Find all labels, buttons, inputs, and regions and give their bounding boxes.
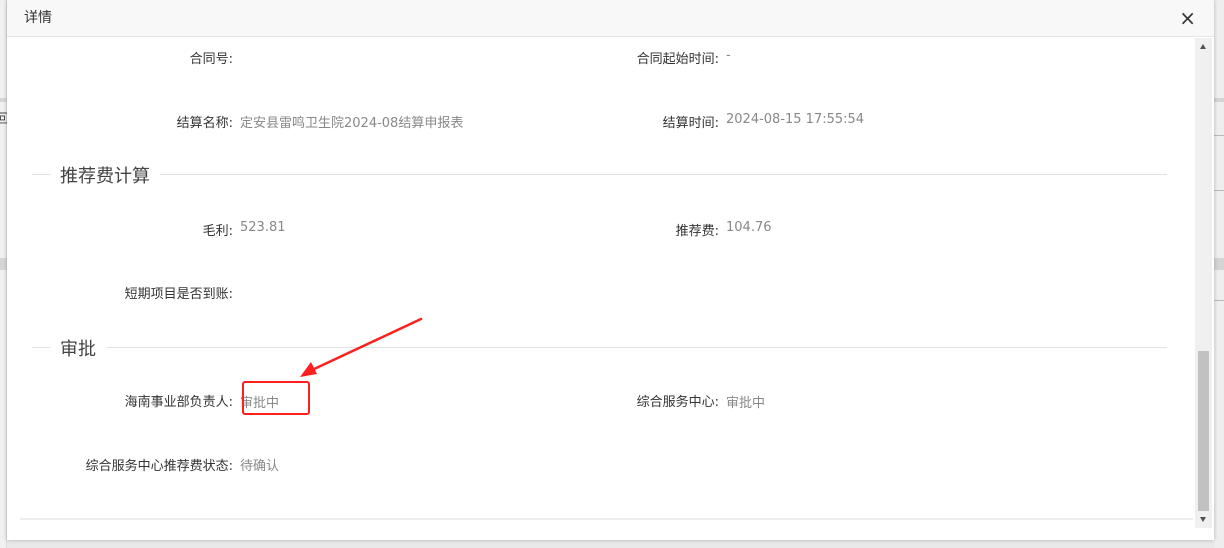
detail-dialog: 详情 × 合同号: 合同起始时间: - 结算名称: 定安县雷鸣卫生院2024-0… bbox=[7, 0, 1214, 540]
background-strip bbox=[1214, 258, 1224, 270]
background-strip bbox=[0, 258, 7, 270]
background-strip bbox=[1214, 98, 1224, 102]
scroll-up-icon bbox=[1200, 44, 1206, 49]
background-page-right-edge bbox=[1214, 0, 1224, 548]
background-divider bbox=[1214, 135, 1224, 136]
dialog-header: 详情 × bbox=[7, 0, 1214, 37]
scroll-down-icon bbox=[1200, 517, 1206, 522]
content-bottom-divider bbox=[20, 518, 1193, 520]
background-page-left-edge: 回 bbox=[0, 0, 9, 548]
vertical-scrollbar[interactable] bbox=[1195, 38, 1212, 528]
background-divider bbox=[1214, 190, 1224, 191]
background-strip bbox=[0, 98, 7, 102]
background-divider bbox=[1214, 300, 1224, 301]
annotation-arrow-icon bbox=[300, 317, 423, 377]
scroll-up-button[interactable] bbox=[1195, 38, 1212, 55]
dialog-title: 详情 bbox=[24, 10, 52, 26]
dialog-content: 合同号: 合同起始时间: - 结算名称: 定安县雷鸣卫生院2024-08结算申报… bbox=[20, 38, 1193, 518]
close-icon[interactable]: × bbox=[1179, 8, 1196, 28]
scroll-thumb[interactable] bbox=[1198, 351, 1209, 511]
scroll-down-button[interactable] bbox=[1195, 511, 1212, 528]
